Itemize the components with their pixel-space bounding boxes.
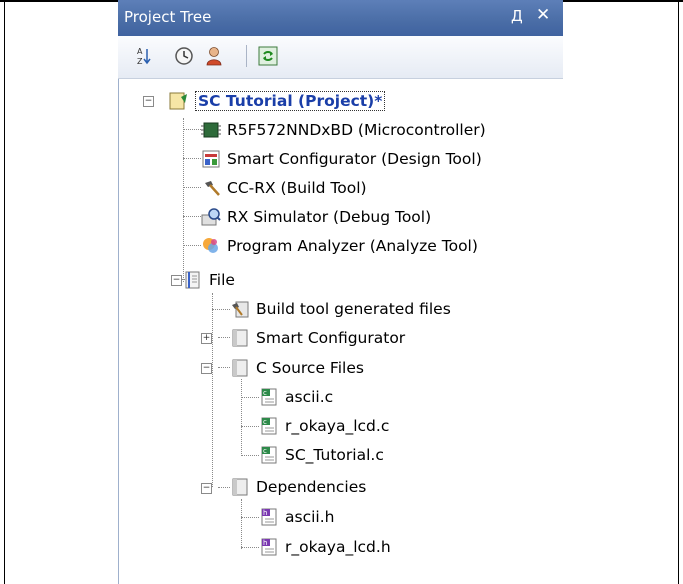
- collapse-c-source-toggle[interactable]: −: [201, 363, 212, 374]
- tree-connector: [218, 487, 230, 488]
- tree-node-label: r_okaya_lcd.h: [285, 538, 391, 556]
- tree-node-analyze-tool[interactable]: Program Analyzer (Analyze Tool): [201, 233, 478, 259]
- panel-toolbar: A Z: [118, 36, 563, 79]
- svg-text:c: c: [263, 447, 267, 455]
- tree-node-smart-configurator[interactable]: Smart Configurator: [230, 325, 405, 351]
- chip-icon: [201, 122, 221, 138]
- folder-icon: [232, 359, 248, 377]
- tree-node-label: C Source Files: [256, 359, 364, 377]
- tree-node-label: Smart Configurator (Design Tool): [227, 150, 482, 168]
- file-folder-icon: [185, 271, 200, 289]
- tree-node-design-tool[interactable]: Smart Configurator (Design Tool): [201, 146, 482, 172]
- svg-text:A: A: [137, 47, 143, 56]
- tree-connector: [183, 216, 201, 217]
- panel-title: Project Tree: [124, 8, 212, 26]
- user-icon[interactable]: [204, 46, 224, 66]
- tree-connector: [241, 397, 259, 398]
- svg-text:Z: Z: [137, 57, 143, 66]
- project-tree-panel: Project Tree Д ✕ A Z − − + − − SC Tutori…: [118, 0, 563, 584]
- tree-node-label: Program Analyzer (Analyze Tool): [227, 237, 478, 255]
- expand-smart-configurator-toggle[interactable]: +: [201, 333, 212, 344]
- tree-node-file[interactable]: File: [183, 267, 235, 293]
- folder-icon: [232, 478, 248, 496]
- table-border-left: [4, 0, 5, 584]
- hammer-icon: [205, 181, 220, 196]
- tree-connector: [241, 455, 259, 456]
- c-file-icon: c: [261, 388, 277, 406]
- tree-node-build-tool[interactable]: CC-RX (Build Tool): [201, 175, 367, 201]
- c-file-icon: c: [261, 446, 277, 464]
- tree-connector: [183, 129, 201, 130]
- tree-node-label: ascii.c: [285, 388, 334, 406]
- tree-node-label: Dependencies: [256, 478, 367, 496]
- tree-connector: [218, 337, 230, 338]
- tree-connector: [183, 158, 201, 159]
- tree-node-label: R5F572NNDxBD (Microcontroller): [227, 121, 486, 139]
- tree-node-label: SC_Tutorial.c: [285, 446, 384, 464]
- tree-node-dependencies[interactable]: Dependencies: [230, 474, 366, 500]
- tree-view: − − + − − SC Tutorial (Project)* R5F572N…: [118, 79, 563, 584]
- collapse-project-toggle[interactable]: −: [143, 96, 154, 107]
- tree-node-project[interactable]: SC Tutorial (Project)*: [169, 88, 386, 114]
- project-icon: [169, 92, 187, 110]
- tree-node-label: CC-RX (Build Tool): [227, 179, 367, 197]
- svg-text:h: h: [263, 539, 267, 547]
- tree-connector: [212, 293, 213, 487]
- tree-connector: [241, 547, 259, 548]
- close-icon[interactable]: ✕: [536, 5, 550, 25]
- svg-text:c: c: [263, 389, 267, 397]
- c-file-icon: c: [261, 417, 277, 435]
- tree-node-r-okaya-lcd-h[interactable]: h r_okaya_lcd.h: [259, 534, 391, 560]
- tree-connector: [183, 187, 201, 188]
- refresh-icon[interactable]: [258, 46, 278, 66]
- tree-connector: [241, 517, 259, 518]
- collapse-file-toggle[interactable]: −: [171, 275, 182, 286]
- tree-node-ascii-c[interactable]: c ascii.c: [259, 384, 333, 410]
- h-file-icon: h: [261, 538, 277, 556]
- tree-node-label: Smart Configurator: [256, 329, 406, 347]
- tree-connector: [212, 309, 230, 310]
- folder-icon: [232, 329, 248, 347]
- h-file-icon: h: [261, 508, 277, 526]
- tree-connector: [241, 426, 259, 427]
- analyzer-icon: [203, 238, 218, 253]
- tree-node-label: Build tool generated files: [256, 300, 451, 318]
- tree-node-label: ascii.h: [285, 508, 335, 526]
- tree-node-microcontroller[interactable]: R5F572NNDxBD (Microcontroller): [201, 117, 486, 143]
- collapse-dependencies-toggle[interactable]: −: [201, 483, 212, 494]
- toolbar-separator: [246, 45, 247, 67]
- svg-text:c: c: [263, 418, 267, 426]
- tree-connector: [241, 499, 242, 549]
- tree-node-label: File: [209, 271, 235, 289]
- tree-node-ascii-h[interactable]: h ascii.h: [259, 504, 334, 530]
- panel-title-bar: Project Tree Д ✕: [118, 0, 563, 36]
- tree-node-debug-tool[interactable]: RX Simulator (Debug Tool): [201, 204, 431, 230]
- table-border-right: [678, 0, 679, 584]
- tree-node-label: r_okaya_lcd.c: [285, 417, 390, 435]
- clock-icon[interactable]: [174, 46, 194, 66]
- tree-node-label: RX Simulator (Debug Tool): [227, 208, 432, 226]
- tree-node-generated-files[interactable]: Build tool generated files: [230, 296, 451, 322]
- generated-files-icon: [232, 301, 249, 318]
- tree-node-r-okaya-lcd-c[interactable]: c r_okaya_lcd.c: [259, 413, 389, 439]
- smart-configurator-icon: [202, 150, 220, 168]
- tree-connector: [183, 118, 184, 282]
- tree-connector: [183, 245, 201, 246]
- svg-text:h: h: [263, 509, 267, 517]
- tree-node-sc-tutorial-c[interactable]: c SC_Tutorial.c: [259, 442, 384, 468]
- tree-connector: [218, 367, 230, 368]
- simulator-icon: [201, 208, 221, 226]
- sort-az-icon[interactable]: A Z: [134, 46, 154, 66]
- pin-icon[interactable]: Д: [511, 7, 523, 25]
- tree-node-label: SC Tutorial (Project)*: [195, 91, 386, 111]
- tree-connector: [241, 379, 242, 456]
- tree-node-c-source-files[interactable]: C Source Files: [230, 355, 364, 381]
